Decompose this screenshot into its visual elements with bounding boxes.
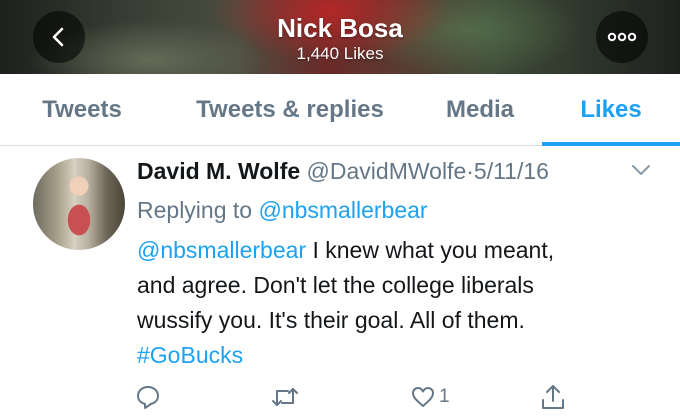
mention-link[interactable]: @nbsmallerbear [137, 237, 306, 263]
reply-button[interactable] [135, 382, 161, 412]
date-separator: · [466, 158, 474, 184]
profile-tabs: Tweets Tweets & replies Media Likes [0, 74, 680, 146]
tab-tweets-and-replies[interactable]: Tweets & replies [176, 74, 404, 145]
tweet-date[interactable]: 5/11/16 [474, 158, 549, 184]
hashtag-link[interactable]: #GoBucks [137, 342, 243, 368]
tab-likes[interactable]: Likes [542, 74, 680, 146]
tweet-text-line-1: I knew what you meant, [306, 237, 555, 263]
more-button[interactable] [596, 11, 648, 63]
profile-name-title: Nick Bosa [277, 13, 403, 43]
author-handle[interactable]: @DavidMWolfe [307, 158, 467, 184]
author-name[interactable]: David M. Wolfe [137, 158, 300, 184]
heart-icon [412, 387, 434, 407]
more-dots-icon [607, 32, 637, 42]
like-button[interactable]: 1 [410, 382, 450, 412]
replying-to-label: Replying to [137, 197, 253, 223]
tweet-body: @nbsmallerbear I knew what you meant, an… [137, 233, 657, 373]
chevron-down-icon[interactable] [630, 163, 652, 177]
retweet-icon [272, 388, 298, 406]
tweet-author-line: David M. Wolfe @DavidMWolfe·5/11/16 [137, 156, 549, 186]
avatar[interactable] [33, 158, 125, 250]
like-count: 1 [439, 386, 450, 407]
tweet-text-line-2: and agree. Don't let the college liberal… [137, 272, 534, 298]
tweet-text-line-3: wussify you. It's their goal. All of the… [137, 307, 525, 333]
replying-to-handle[interactable]: @nbsmallerbear [258, 197, 427, 223]
tab-media[interactable]: Media [430, 74, 530, 145]
tab-tweets[interactable]: Tweets [20, 74, 144, 145]
retweet-button[interactable] [270, 382, 300, 412]
share-button[interactable] [540, 382, 566, 412]
likes-count-subtitle: 1,440 Likes [296, 44, 384, 63]
share-icon [542, 385, 564, 409]
reply-icon [137, 386, 159, 409]
profile-header: Nick Bosa 1,440 Likes [0, 0, 680, 74]
replying-to-line: Replying to @nbsmallerbear [137, 195, 428, 225]
